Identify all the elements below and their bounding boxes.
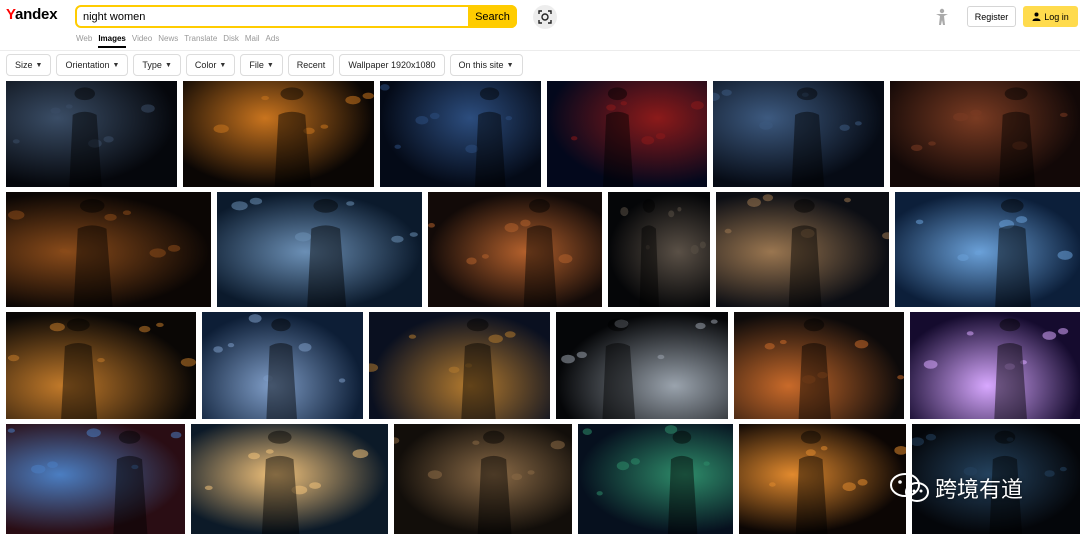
filter-bar: Size ▼ Orientation ▼ Type ▼ Color ▼ File ▼ Recent W… [6,54,523,76]
thumbnail-art [7,428,182,534]
filter-type[interactable]: Type ▼ [133,54,181,76]
image-row [6,192,1080,307]
thumbnail-art [724,194,889,307]
filter-recent[interactable]: Recent [287,54,335,76]
thumbnail-art [915,198,1073,307]
thumbnail-art [582,425,710,534]
service-link-web[interactable]: Web [76,34,92,43]
wechat-watermark: 跨境有道 [889,471,1023,505]
image-result-thumbnail[interactable] [547,81,707,187]
filter-orientation[interactable]: Orientation ▼ [56,54,129,76]
image-result-thumbnail[interactable] [578,424,733,534]
filter-label: Orientation [65,60,110,70]
chevron-down-icon: ▼ [112,61,120,69]
thumbnail-art [204,430,369,534]
thumbnail-art [571,87,704,187]
image-result-thumbnail[interactable] [895,192,1080,307]
image-result-thumbnail[interactable] [380,81,541,187]
filter-color[interactable]: Color ▼ [185,54,236,76]
login-label: Log in [1044,11,1069,22]
image-result-thumbnail[interactable] [739,424,906,534]
filter-size[interactable]: Size ▼ [6,54,52,76]
image-result-thumbnail[interactable] [6,312,196,419]
chevron-down-icon: ▼ [164,61,172,69]
accessibility-icon[interactable] [934,8,950,26]
service-link-disk[interactable]: Disk [223,34,239,43]
camera-search-icon [538,10,552,24]
wechat-icon [890,473,929,502]
search-box: ✕ Search [75,5,517,28]
chevron-down-icon: ▼ [506,61,514,69]
filter-label: Type [142,60,162,70]
service-link-news[interactable]: News [158,34,178,43]
image-result-thumbnail[interactable] [556,312,728,419]
image-result-thumbnail[interactable] [713,81,884,187]
service-link-video[interactable]: Video [132,34,152,43]
filter-label: Recent [296,60,326,70]
thumbnail-art [911,87,1068,187]
login-button[interactable]: Log in [1023,6,1078,27]
image-result-thumbnail[interactable] [890,81,1080,187]
thumbnail-art [561,318,718,419]
thumbnail-art [428,198,573,307]
filter-label: Wallpaper 1920x1080 [348,60,436,70]
filter-label: On this site [458,60,504,70]
image-result-thumbnail[interactable] [734,312,904,419]
image-result-thumbnail[interactable] [183,81,374,187]
filter-on-this-site[interactable]: On this site ▼ [449,54,523,76]
filter-label: File [249,60,264,70]
service-link-translate[interactable]: Translate [184,34,217,43]
service-link-mail[interactable]: Mail [245,34,260,43]
thumbnail-art [231,197,418,307]
image-result-thumbnail[interactable] [394,424,572,534]
thumbnail-art [394,430,565,534]
thumbnail-art [369,318,516,419]
services-nav: Web Images Video News Translate Disk Mail Ads [76,34,280,48]
image-result-thumbnail[interactable] [6,192,211,307]
filter-wallpaper-1920x1080[interactable]: Wallpaper 1920x1080 [339,54,445,76]
thumbnail-art [620,198,706,307]
filter-label: Color [194,60,217,70]
image-result-thumbnail[interactable] [716,192,889,307]
chevron-down-icon: ▼ [219,61,227,69]
chevron-down-icon: ▼ [35,61,43,69]
image-result-thumbnail[interactable] [202,312,363,419]
image-result-thumbnail[interactable] [217,192,422,307]
thumbnail-art [764,318,904,419]
service-link-images[interactable]: Images [98,34,126,48]
image-result-thumbnail[interactable] [608,192,710,307]
thumbnail-art [7,318,196,419]
thumbnail-art [12,87,155,187]
thumbnail-art [923,318,1069,419]
thumbnail-art [713,87,862,187]
search-button[interactable]: Search [468,5,517,28]
image-result-thumbnail[interactable] [6,81,177,187]
watermark-text: 跨境有道 [935,477,1024,502]
image-search-button[interactable] [533,5,557,29]
search-input[interactable] [77,7,497,26]
thumbnail-art [380,84,513,187]
logo-rest: andex [14,6,58,23]
image-row [6,81,1080,187]
logo-first-letter: Y [6,6,15,23]
user-icon [1032,12,1041,21]
thumbnail-art [8,198,181,307]
service-link-ads[interactable]: Ads [266,34,280,43]
image-row [6,312,1080,419]
image-result-thumbnail[interactable] [428,192,602,307]
register-button[interactable]: Register [967,6,1016,27]
thumbnail-art [769,430,906,534]
chevron-down-icon: ▼ [266,61,274,69]
yandex-logo[interactable]: Yandex [6,6,58,23]
filter-file[interactable]: File ▼ [240,54,283,76]
image-result-thumbnail[interactable] [369,312,550,419]
image-result-thumbnail[interactable] [6,424,185,534]
image-result-thumbnail[interactable] [191,424,388,534]
thumbnail-art [213,87,374,187]
header-divider [0,50,1080,51]
filter-label: Size [15,60,33,70]
thumbnail-art [213,314,346,419]
yandex-images-page: Yandex ✕ Search Web Images Video News Transl… [0,0,1080,537]
image-result-thumbnail[interactable] [910,312,1080,419]
